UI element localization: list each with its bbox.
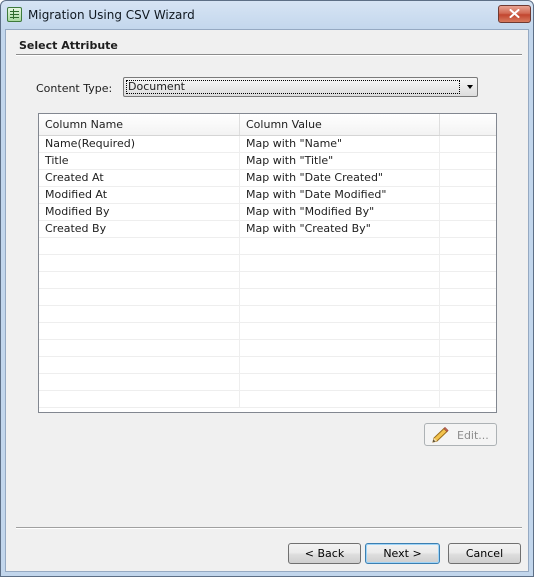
empty-row[interactable] [39, 357, 496, 374]
column-name-cell: Modified By [39, 204, 240, 220]
empty-cell [440, 238, 496, 254]
empty-cell [440, 340, 496, 356]
empty-row[interactable] [39, 340, 496, 357]
window-title: Migration Using CSV Wizard [28, 8, 195, 22]
column-value-cell: Map with "Date Modified" [240, 187, 440, 203]
empty-row[interactable] [39, 374, 496, 391]
empty-cell [440, 374, 496, 390]
attribute-grid[interactable]: Column Name Column Value Name(Required) M… [38, 113, 497, 413]
empty-row[interactable] [39, 238, 496, 255]
blank-cell [440, 170, 496, 186]
empty-cell [240, 374, 440, 390]
empty-cell [440, 391, 496, 407]
csv-wizard-icon [7, 7, 22, 22]
blank-cell [440, 204, 496, 220]
table-row[interactable]: Modified At Map with "Date Modified" [39, 187, 496, 204]
column-header-value[interactable]: Column Value [240, 114, 440, 135]
section-divider [16, 54, 522, 56]
pencil-icon [432, 427, 449, 443]
close-button[interactable] [498, 5, 531, 23]
section-title: Select Attribute [19, 39, 118, 52]
column-name-cell: Name(Required) [39, 136, 240, 152]
column-value-cell: Map with "Name" [240, 136, 440, 152]
empty-cell [39, 357, 240, 373]
empty-cell [240, 306, 440, 322]
column-name-cell: Created At [39, 170, 240, 186]
edit-button-label: Edit... [457, 429, 489, 442]
empty-cell [240, 391, 440, 407]
empty-cell [39, 323, 240, 339]
table-row[interactable]: Title Map with "Title" [39, 153, 496, 170]
edit-button[interactable]: Edit... [424, 423, 497, 446]
empty-cell [240, 272, 440, 288]
empty-cell [39, 340, 240, 356]
empty-cell [240, 357, 440, 373]
empty-row[interactable] [39, 272, 496, 289]
empty-cell [39, 374, 240, 390]
chevron-down-icon [467, 85, 473, 89]
grid-header: Column Name Column Value [39, 114, 496, 136]
table-row[interactable]: Created At Map with "Date Created" [39, 170, 496, 187]
empty-cell [39, 306, 240, 322]
empty-cell [240, 340, 440, 356]
empty-cell [39, 272, 240, 288]
empty-cell [440, 272, 496, 288]
title-bar: Migration Using CSV Wizard [1, 1, 533, 29]
blank-cell [440, 153, 496, 169]
empty-cell [440, 323, 496, 339]
empty-cell [440, 289, 496, 305]
empty-cell [39, 238, 240, 254]
empty-row[interactable] [39, 391, 496, 408]
footer-divider [16, 527, 522, 529]
column-value-cell: Map with "Title" [240, 153, 440, 169]
empty-cell [240, 323, 440, 339]
empty-cell [440, 306, 496, 322]
empty-row[interactable] [39, 323, 496, 340]
content-type-dropdown[interactable]: Document [123, 77, 478, 97]
column-header-blank [440, 114, 496, 135]
next-button[interactable]: Next > [365, 543, 440, 564]
empty-cell [440, 255, 496, 271]
column-value-cell: Map with "Date Created" [240, 170, 440, 186]
table-row[interactable]: Modified By Map with "Modified By" [39, 204, 496, 221]
empty-row[interactable] [39, 255, 496, 272]
blank-cell [440, 187, 496, 203]
column-header-name[interactable]: Column Name [39, 114, 240, 135]
close-icon [509, 9, 520, 18]
table-row[interactable]: Name(Required) Map with "Name" [39, 136, 496, 153]
column-name-cell: Created By [39, 221, 240, 237]
column-name-cell: Modified At [39, 187, 240, 203]
empty-row[interactable] [39, 306, 496, 323]
empty-cell [39, 391, 240, 407]
column-value-cell: Map with "Modified By" [240, 204, 440, 220]
empty-cell [240, 255, 440, 271]
wizard-window: Migration Using CSV Wizard Select Attrib… [0, 0, 534, 577]
empty-cell [240, 238, 440, 254]
content-type-value: Document [126, 80, 460, 94]
empty-cell [440, 357, 496, 373]
blank-cell [440, 136, 496, 152]
empty-cell [39, 289, 240, 305]
back-button[interactable]: < Back [288, 543, 361, 564]
empty-cell [39, 255, 240, 271]
table-row[interactable]: Created By Map with "Created By" [39, 221, 496, 238]
wizard-page: Select Attribute Content Type: Document … [5, 29, 529, 572]
empty-cell [240, 289, 440, 305]
column-name-cell: Title [39, 153, 240, 169]
blank-cell [440, 221, 496, 237]
content-type-label: Content Type: [36, 82, 113, 95]
empty-row[interactable] [39, 289, 496, 306]
column-value-cell: Map with "Created By" [240, 221, 440, 237]
cancel-button[interactable]: Cancel [448, 543, 521, 564]
